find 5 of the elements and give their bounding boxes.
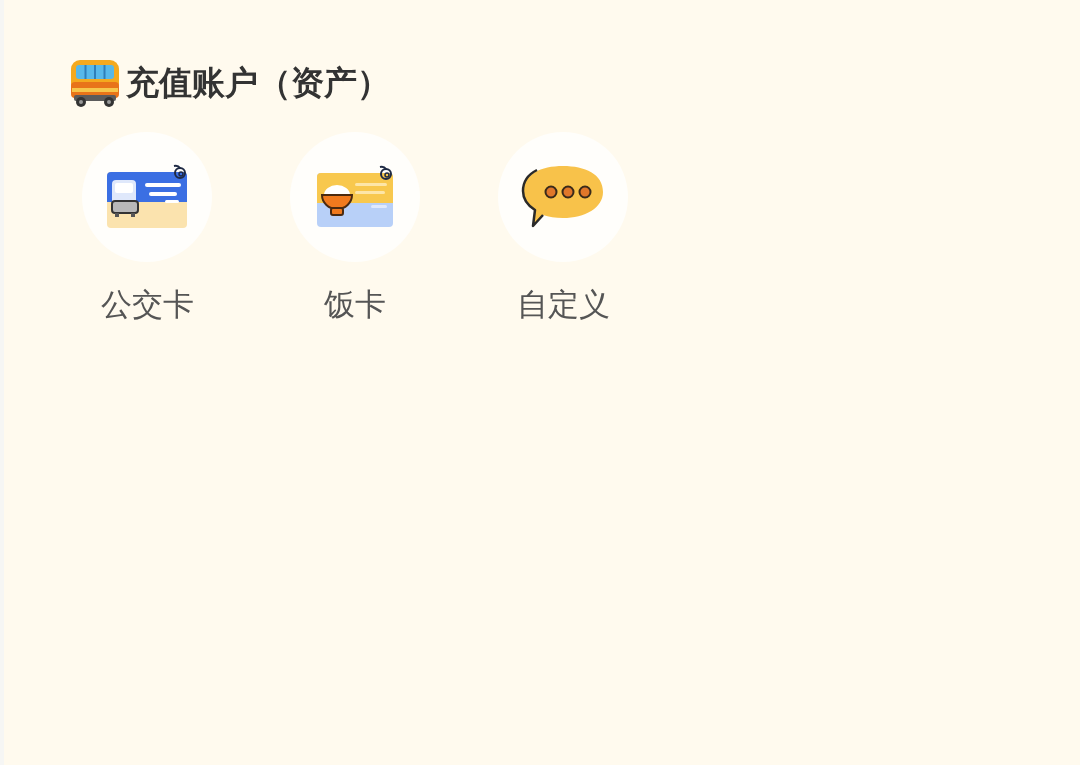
account-shortcut[interactable]: 饭卡 — [290, 132, 420, 324]
account-shortcut[interactable]: 自定义 — [498, 132, 628, 324]
account-shortcut[interactable]: 公交卡 — [82, 132, 212, 324]
section-title: 充值账户（资产） — [126, 62, 390, 104]
bus-icon — [68, 58, 122, 108]
